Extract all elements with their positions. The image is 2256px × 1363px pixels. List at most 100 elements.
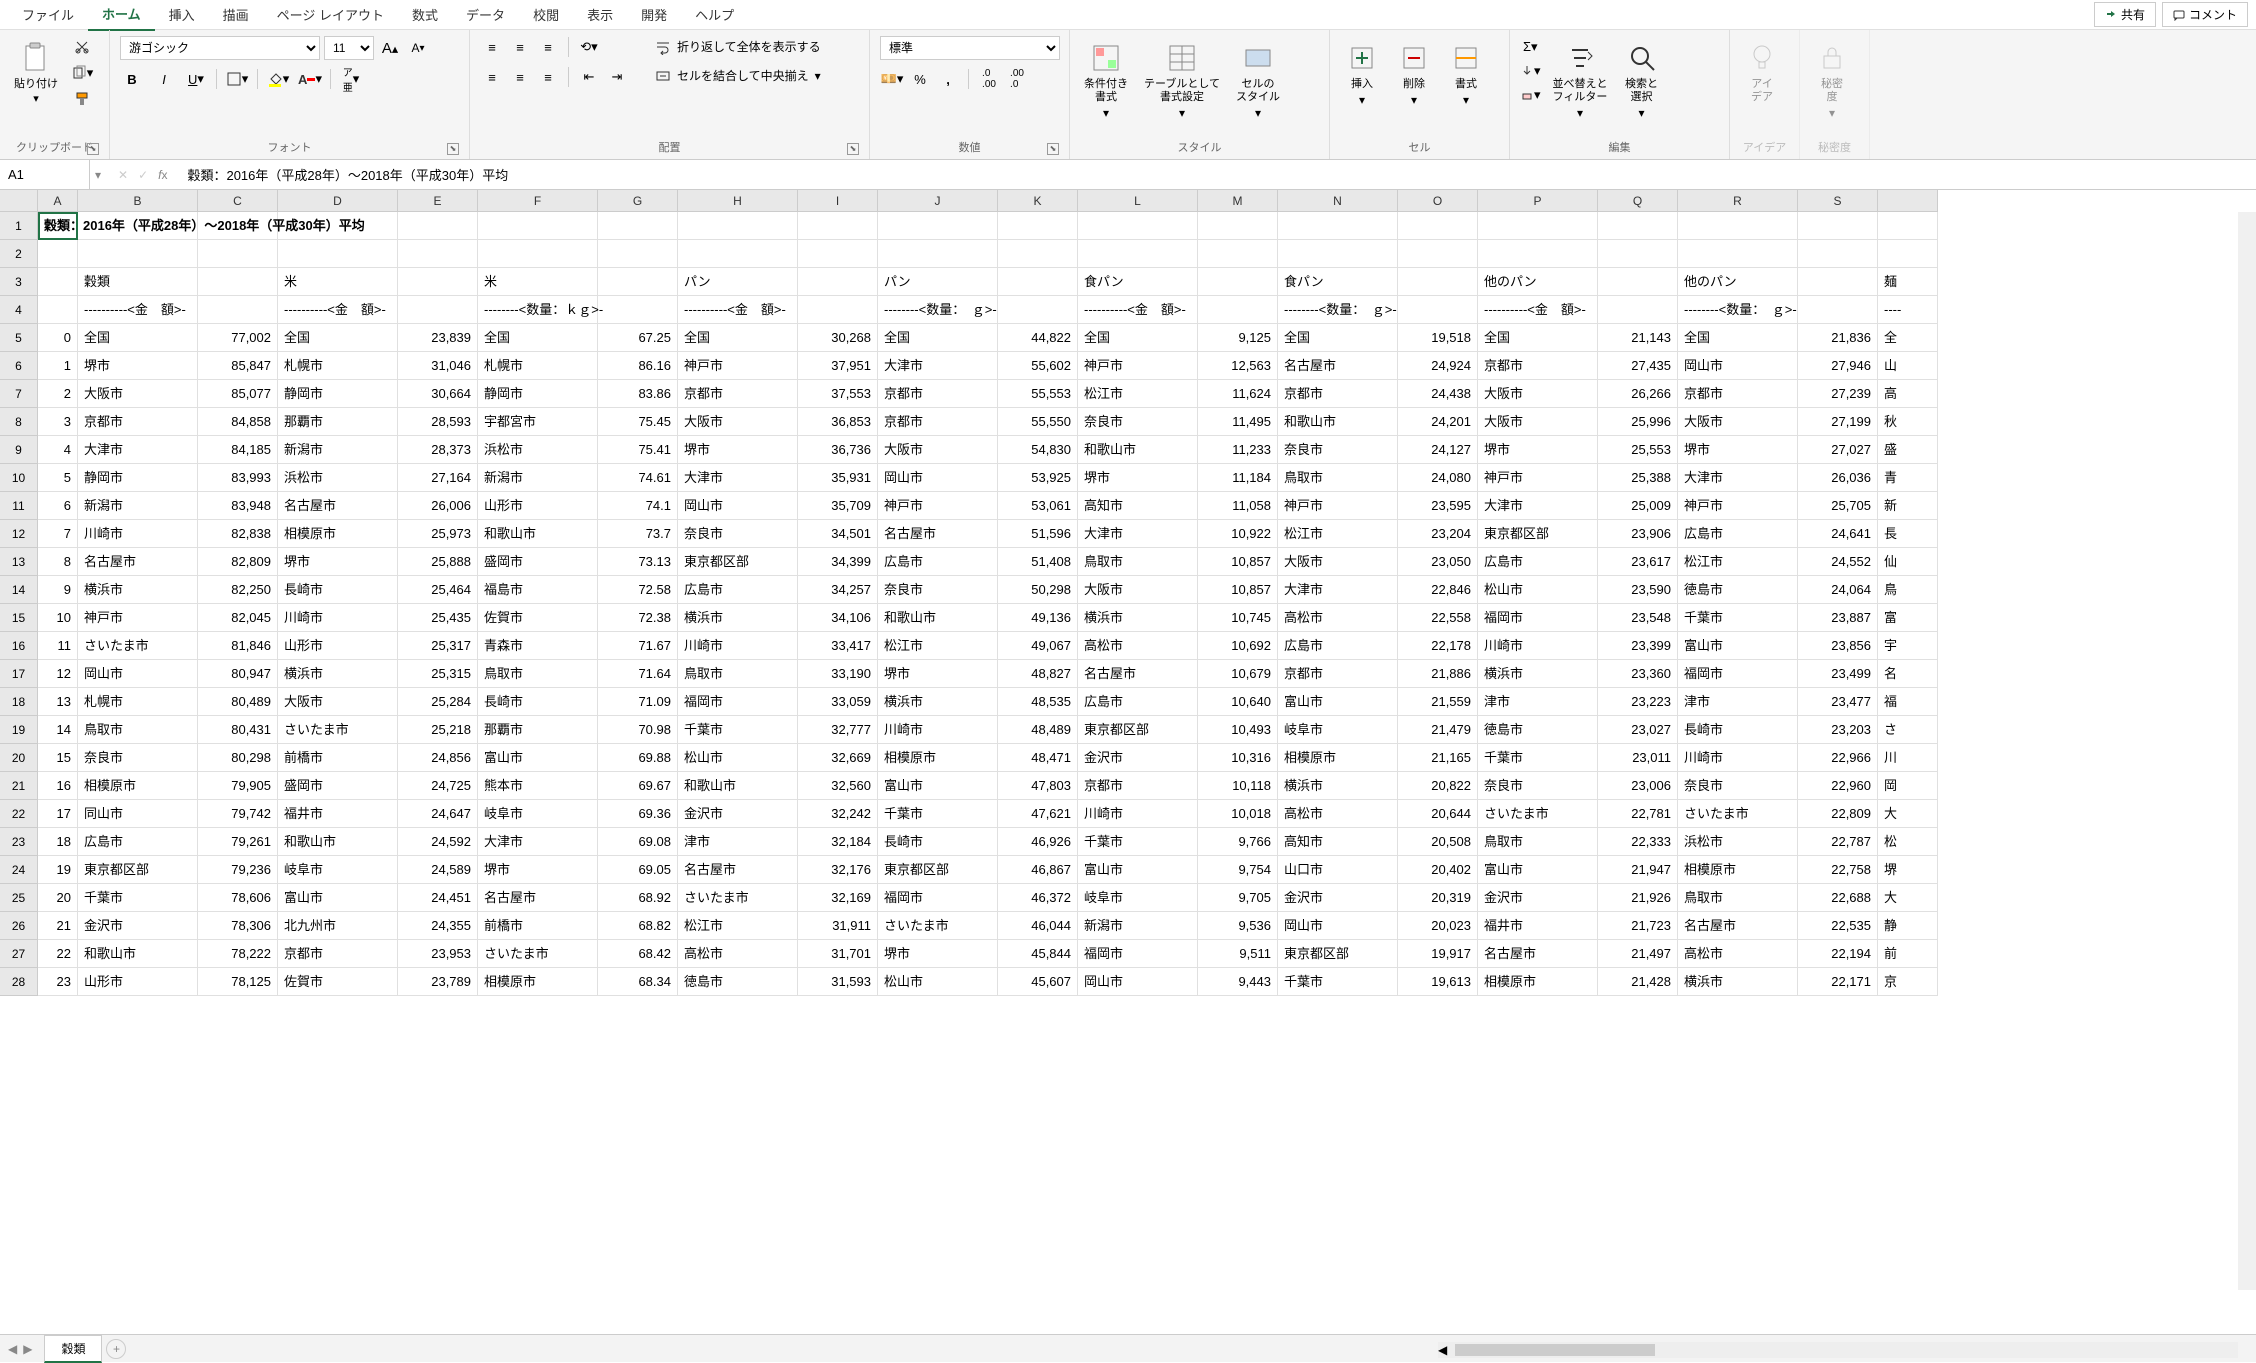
- cell[interactable]: 高松市: [1278, 604, 1398, 632]
- cell[interactable]: 21,947: [1598, 856, 1678, 884]
- cell[interactable]: 横浜市: [78, 576, 198, 604]
- cell[interactable]: [1278, 212, 1398, 240]
- cell[interactable]: 川崎市: [278, 604, 398, 632]
- cell[interactable]: 鳥取市: [78, 716, 198, 744]
- cell[interactable]: 34,257: [798, 576, 878, 604]
- cell[interactable]: 20,402: [1398, 856, 1478, 884]
- cell[interactable]: 35,931: [798, 464, 878, 492]
- paste-button[interactable]: 貼り付け▾: [10, 36, 62, 110]
- cell[interactable]: 那覇市: [278, 408, 398, 436]
- row-head-18[interactable]: 18: [0, 688, 38, 716]
- cell[interactable]: 44,822: [998, 324, 1078, 352]
- menu-home[interactable]: ホーム: [88, 0, 155, 31]
- cell[interactable]: 21,497: [1598, 940, 1678, 968]
- cell[interactable]: パン: [678, 268, 798, 296]
- underline-button[interactable]: U▾: [184, 68, 208, 90]
- cell[interactable]: 岡山市: [1678, 352, 1798, 380]
- share-button[interactable]: 共有: [2094, 2, 2156, 27]
- cell[interactable]: 松江市: [1678, 548, 1798, 576]
- cell[interactable]: 34,106: [798, 604, 878, 632]
- cell[interactable]: 岡山市: [878, 464, 998, 492]
- row-head-8[interactable]: 8: [0, 408, 38, 436]
- cell[interactable]: 27,435: [1598, 352, 1678, 380]
- cell[interactable]: 27,027: [1798, 436, 1878, 464]
- cell[interactable]: 千葉市: [1478, 744, 1598, 772]
- add-sheet-button[interactable]: +: [106, 1339, 126, 1359]
- cell[interactable]: 川崎市: [1678, 744, 1798, 772]
- cell[interactable]: [1878, 240, 1938, 268]
- cell[interactable]: 広島市: [78, 828, 198, 856]
- cell[interactable]: 31,593: [798, 968, 878, 996]
- cell[interactable]: 東京都区部: [678, 548, 798, 576]
- cell[interactable]: 奈良市: [78, 744, 198, 772]
- cell[interactable]: 23,617: [1598, 548, 1678, 576]
- cell[interactable]: 74.1: [598, 492, 678, 520]
- cell[interactable]: 名古屋市: [878, 520, 998, 548]
- cell[interactable]: 82,809: [198, 548, 278, 576]
- cell[interactable]: 23,203: [1798, 716, 1878, 744]
- cell[interactable]: 山形市: [278, 632, 398, 660]
- cell[interactable]: 23,499: [1798, 660, 1878, 688]
- cell[interactable]: 23,204: [1398, 520, 1478, 548]
- cell[interactable]: 高松市: [678, 940, 798, 968]
- cell[interactable]: 松山市: [878, 968, 998, 996]
- cell[interactable]: 全国: [1078, 324, 1198, 352]
- cell[interactable]: 山口市: [1278, 856, 1398, 884]
- cell[interactable]: 85,077: [198, 380, 278, 408]
- font-name-combo[interactable]: 游ゴシック: [120, 36, 320, 60]
- enter-formula-button[interactable]: ✓: [138, 168, 148, 182]
- col-head-P[interactable]: P: [1478, 190, 1598, 212]
- clipboard-launcher[interactable]: ⬊: [87, 143, 99, 155]
- cell[interactable]: 32,560: [798, 772, 878, 800]
- cell[interactable]: [198, 296, 278, 324]
- cell[interactable]: 奈良市: [878, 576, 998, 604]
- cell[interactable]: 大阪市: [1278, 548, 1398, 576]
- cell[interactable]: 京都市: [1278, 660, 1398, 688]
- cell[interactable]: 大阪市: [1078, 576, 1198, 604]
- cell[interactable]: 神戸市: [1078, 352, 1198, 380]
- cell[interactable]: 21: [38, 912, 78, 940]
- col-head-C[interactable]: C: [198, 190, 278, 212]
- cell[interactable]: 9,443: [1198, 968, 1278, 996]
- cut-button[interactable]: [70, 36, 94, 58]
- menu-data[interactable]: データ: [452, 0, 519, 30]
- cell[interactable]: 京都市: [1678, 380, 1798, 408]
- cell[interactable]: 金沢市: [1078, 744, 1198, 772]
- format-cells-button[interactable]: 書式▾: [1444, 36, 1488, 111]
- cell[interactable]: 26,036: [1798, 464, 1878, 492]
- font-size-combo[interactable]: 11: [324, 36, 374, 60]
- cell[interactable]: 相模原市: [1478, 968, 1598, 996]
- cell[interactable]: 相模原市: [878, 744, 998, 772]
- cell[interactable]: 相模原市: [278, 520, 398, 548]
- cell[interactable]: 10,745: [1198, 604, 1278, 632]
- cell[interactable]: 鳥: [1878, 576, 1938, 604]
- cell[interactable]: 仙: [1878, 548, 1938, 576]
- cell[interactable]: [1678, 240, 1798, 268]
- cell[interactable]: 9: [38, 576, 78, 604]
- cell[interactable]: 千葉市: [1078, 828, 1198, 856]
- cell[interactable]: [198, 268, 278, 296]
- cell[interactable]: 71.67: [598, 632, 678, 660]
- cell[interactable]: 神戸市: [78, 604, 198, 632]
- cell[interactable]: 32,184: [798, 828, 878, 856]
- col-head-trail[interactable]: [1878, 190, 1938, 212]
- cell[interactable]: 23: [38, 968, 78, 996]
- cell[interactable]: 高知市: [1078, 492, 1198, 520]
- cell[interactable]: 9,705: [1198, 884, 1278, 912]
- cell[interactable]: 32,176: [798, 856, 878, 884]
- cell[interactable]: 和歌山市: [1278, 408, 1398, 436]
- cell[interactable]: 22,960: [1798, 772, 1878, 800]
- cell[interactable]: 松江市: [1078, 380, 1198, 408]
- cell[interactable]: 72.58: [598, 576, 678, 604]
- cell[interactable]: 24,589: [398, 856, 478, 884]
- cell[interactable]: 69.08: [598, 828, 678, 856]
- currency-button[interactable]: 💴▾: [880, 68, 904, 90]
- cell[interactable]: [1198, 268, 1278, 296]
- cell[interactable]: 4: [38, 436, 78, 464]
- cell[interactable]: --------<数量：ｋｇ>-: [478, 296, 598, 324]
- cell[interactable]: 和歌山市: [78, 940, 198, 968]
- cell[interactable]: 26,006: [398, 492, 478, 520]
- cell[interactable]: [678, 212, 798, 240]
- row-head-1[interactable]: 1: [0, 212, 38, 240]
- cell[interactable]: 32,669: [798, 744, 878, 772]
